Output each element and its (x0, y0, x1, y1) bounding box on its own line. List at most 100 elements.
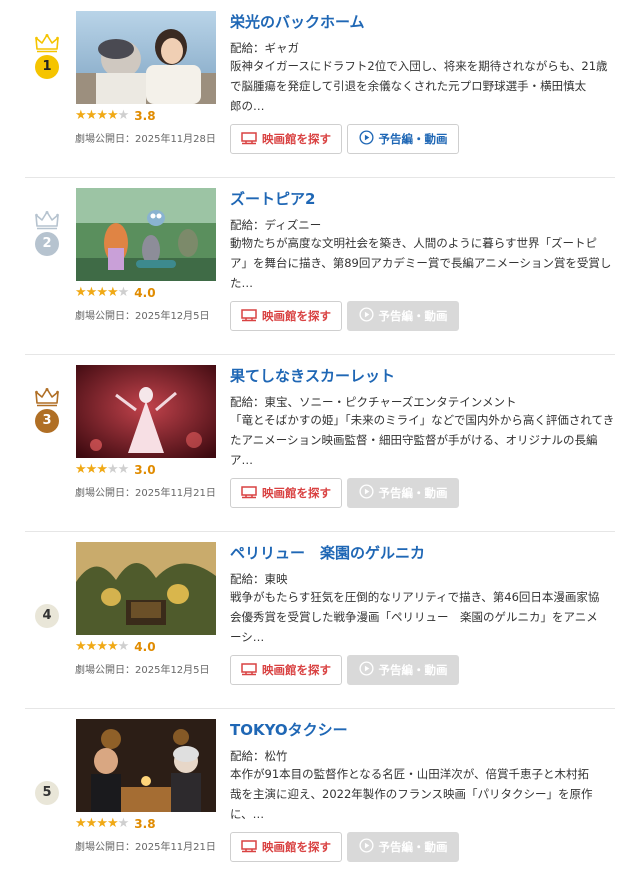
find-theater-label: 映画館を探す (262, 132, 331, 146)
distributor: 配給：ギャガ (230, 40, 299, 56)
find-theater-label: 映画館を探す (262, 309, 331, 323)
star-rating: ★ ★ ★ ★ ★ 3.0 (75, 462, 156, 478)
distributor-prefix: 配給： (230, 218, 265, 232)
star-icon: ★ (96, 639, 108, 654)
rank-badge: 4 (35, 604, 59, 628)
trailer-button[interactable]: 予告編・動画 (347, 655, 459, 685)
star-icon: ★ (106, 285, 119, 300)
crown-icon (34, 387, 60, 407)
play-icon (358, 484, 374, 502)
rank-badge: 5 (35, 781, 59, 805)
star-icon: ★ (117, 816, 130, 831)
star-icon: ★ (85, 639, 98, 654)
trailer-label: 予告編・動画 (378, 132, 448, 146)
distributor-name: 松竹 (264, 749, 288, 763)
movie-poster[interactable] (76, 719, 216, 812)
movie-item: 4 ★ ★ ★ ★ ★ 4.0 劇場公開日：2025年12月5日 ペリリュー 楽園のゲルニ… (0, 531, 640, 708)
star-rating: ★ ★ ★ ★ ★ 4.0 (75, 639, 156, 655)
rating-score: 3.0 (134, 463, 156, 477)
distributor: 配給：ディズニー (230, 217, 321, 233)
play-icon (358, 130, 374, 148)
ranking-list: 1 ★ ★ ★ ★ ★ 3.8 劇場公開日：2025年11月28日 栄光のバックホーム 配… (0, 0, 640, 885)
distributor-name: ギャガ (264, 41, 300, 55)
release-date: 劇場公開日：2025年11月21日 (75, 838, 216, 853)
rank-badge: 2 (35, 232, 59, 256)
rank-column: 4 (24, 531, 70, 708)
trailer-label: 予告編・動画 (378, 309, 448, 323)
rating-score: 4.0 (134, 286, 156, 300)
star-icon: ★ (106, 816, 119, 831)
star-icon: ★ (106, 108, 119, 123)
trailer-button[interactable]: 予告編・動画 (347, 478, 459, 508)
release-date: 劇場公開日：2025年11月28日 (75, 130, 216, 145)
release-prefix: 劇場公開日： (75, 842, 135, 853)
rank-column: 5 (24, 708, 70, 885)
release-date-value: 2025年11月21日 (135, 842, 216, 853)
movie-title-link[interactable]: 果てしなきスカーレット (230, 365, 395, 386)
theater-icon (241, 308, 257, 325)
theater-icon (241, 131, 257, 148)
theater-icon (241, 839, 257, 856)
movie-description: 「竜とそばかすの姫」「未来のミライ」などで国内外から高く評価されてき たアニメー… (230, 413, 615, 467)
play-icon (358, 661, 374, 679)
star-icon: ★ (75, 816, 87, 831)
find-theater-label: 映画館を探す (262, 663, 331, 677)
star-icon: ★ (75, 462, 87, 477)
star-icon: ★ (96, 285, 108, 300)
release-date: 劇場公開日：2025年11月21日 (75, 484, 216, 499)
rank-badge: 1 (35, 55, 59, 79)
movie-item: 3 ★ ★ ★ ★ ★ 3.0 劇場公開日：2025年11月21日 果てしなきスカーレット… (0, 354, 640, 531)
star-icon: ★ (85, 816, 98, 831)
star-rating: ★ ★ ★ ★ ★ 3.8 (75, 108, 156, 124)
crown-icon (34, 33, 60, 53)
star-icon: ★ (96, 816, 108, 831)
theater-icon (241, 485, 257, 502)
movie-description: 阪神タイガースにドラフト2位で入団し、将来を期待されながらも、21歳 で脳腫瘍を… (230, 59, 608, 113)
find-theater-label: 映画館を探す (262, 840, 331, 854)
trailer-button[interactable]: 予告編・動画 (347, 832, 459, 862)
release-date: 劇場公開日：2025年12月5日 (75, 661, 210, 676)
movie-poster[interactable] (76, 188, 216, 281)
movie-title-link[interactable]: 栄光のバックホーム (230, 11, 365, 32)
movie-poster[interactable] (76, 542, 216, 635)
release-date: 劇場公開日：2025年12月5日 (75, 307, 210, 322)
release-prefix: 劇場公開日： (75, 665, 135, 676)
movie-poster[interactable] (76, 11, 216, 104)
star-icon: ★ (85, 462, 98, 477)
movie-item: 1 ★ ★ ★ ★ ★ 3.8 劇場公開日：2025年11月28日 栄光のバックホーム 配… (0, 0, 640, 177)
release-date-value: 2025年11月28日 (135, 134, 216, 145)
release-date-value: 2025年12月5日 (135, 665, 210, 676)
find-theater-button[interactable]: 映画館を探す (230, 478, 342, 508)
movie-title-link[interactable]: TOKYOタクシー (230, 719, 348, 740)
movie-title-link[interactable]: ペリリュー 楽園のゲルニカ (230, 542, 425, 563)
distributor-name: ディズニー (264, 218, 322, 232)
rating-score: 3.8 (134, 817, 156, 831)
rating-score: 3.8 (134, 109, 156, 123)
distributor-prefix: 配給： (230, 749, 265, 763)
find-theater-button[interactable]: 映画館を探す (230, 655, 342, 685)
star-icon: ★ (106, 639, 119, 654)
play-icon (358, 307, 374, 325)
star-icon: ★ (117, 462, 130, 477)
star-icon: ★ (75, 639, 87, 654)
release-prefix: 劇場公開日： (75, 488, 135, 499)
star-icon: ★ (75, 108, 87, 123)
play-icon (358, 838, 374, 856)
distributor-name: 東宝、ソニー・ピクチャーズエンタテインメント (264, 395, 517, 409)
star-icon: ★ (96, 462, 108, 477)
distributor: 配給：東宝、ソニー・ピクチャーズエンタテインメント (230, 394, 516, 410)
distributor-prefix: 配給： (230, 395, 265, 409)
rank-column: 1 (24, 0, 70, 177)
find-theater-button[interactable]: 映画館を探す (230, 832, 342, 862)
distributor: 配給：東映 (230, 571, 288, 587)
crown-icon (34, 210, 60, 230)
movie-title-link[interactable]: ズートピア2 (230, 188, 315, 209)
trailer-button[interactable]: 予告編・動画 (347, 301, 459, 331)
movie-description: 本作が91本目の監督作となる名匠・山田洋次が、倍賞千恵子と木村拓 哉を主演に迎え… (230, 767, 593, 821)
distributor-prefix: 配給： (230, 41, 265, 55)
star-icon: ★ (75, 285, 87, 300)
find-theater-button[interactable]: 映画館を探す (230, 124, 342, 154)
find-theater-button[interactable]: 映画館を探す (230, 301, 342, 331)
movie-poster[interactable] (76, 365, 216, 458)
trailer-button[interactable]: 予告編・動画 (347, 124, 459, 154)
